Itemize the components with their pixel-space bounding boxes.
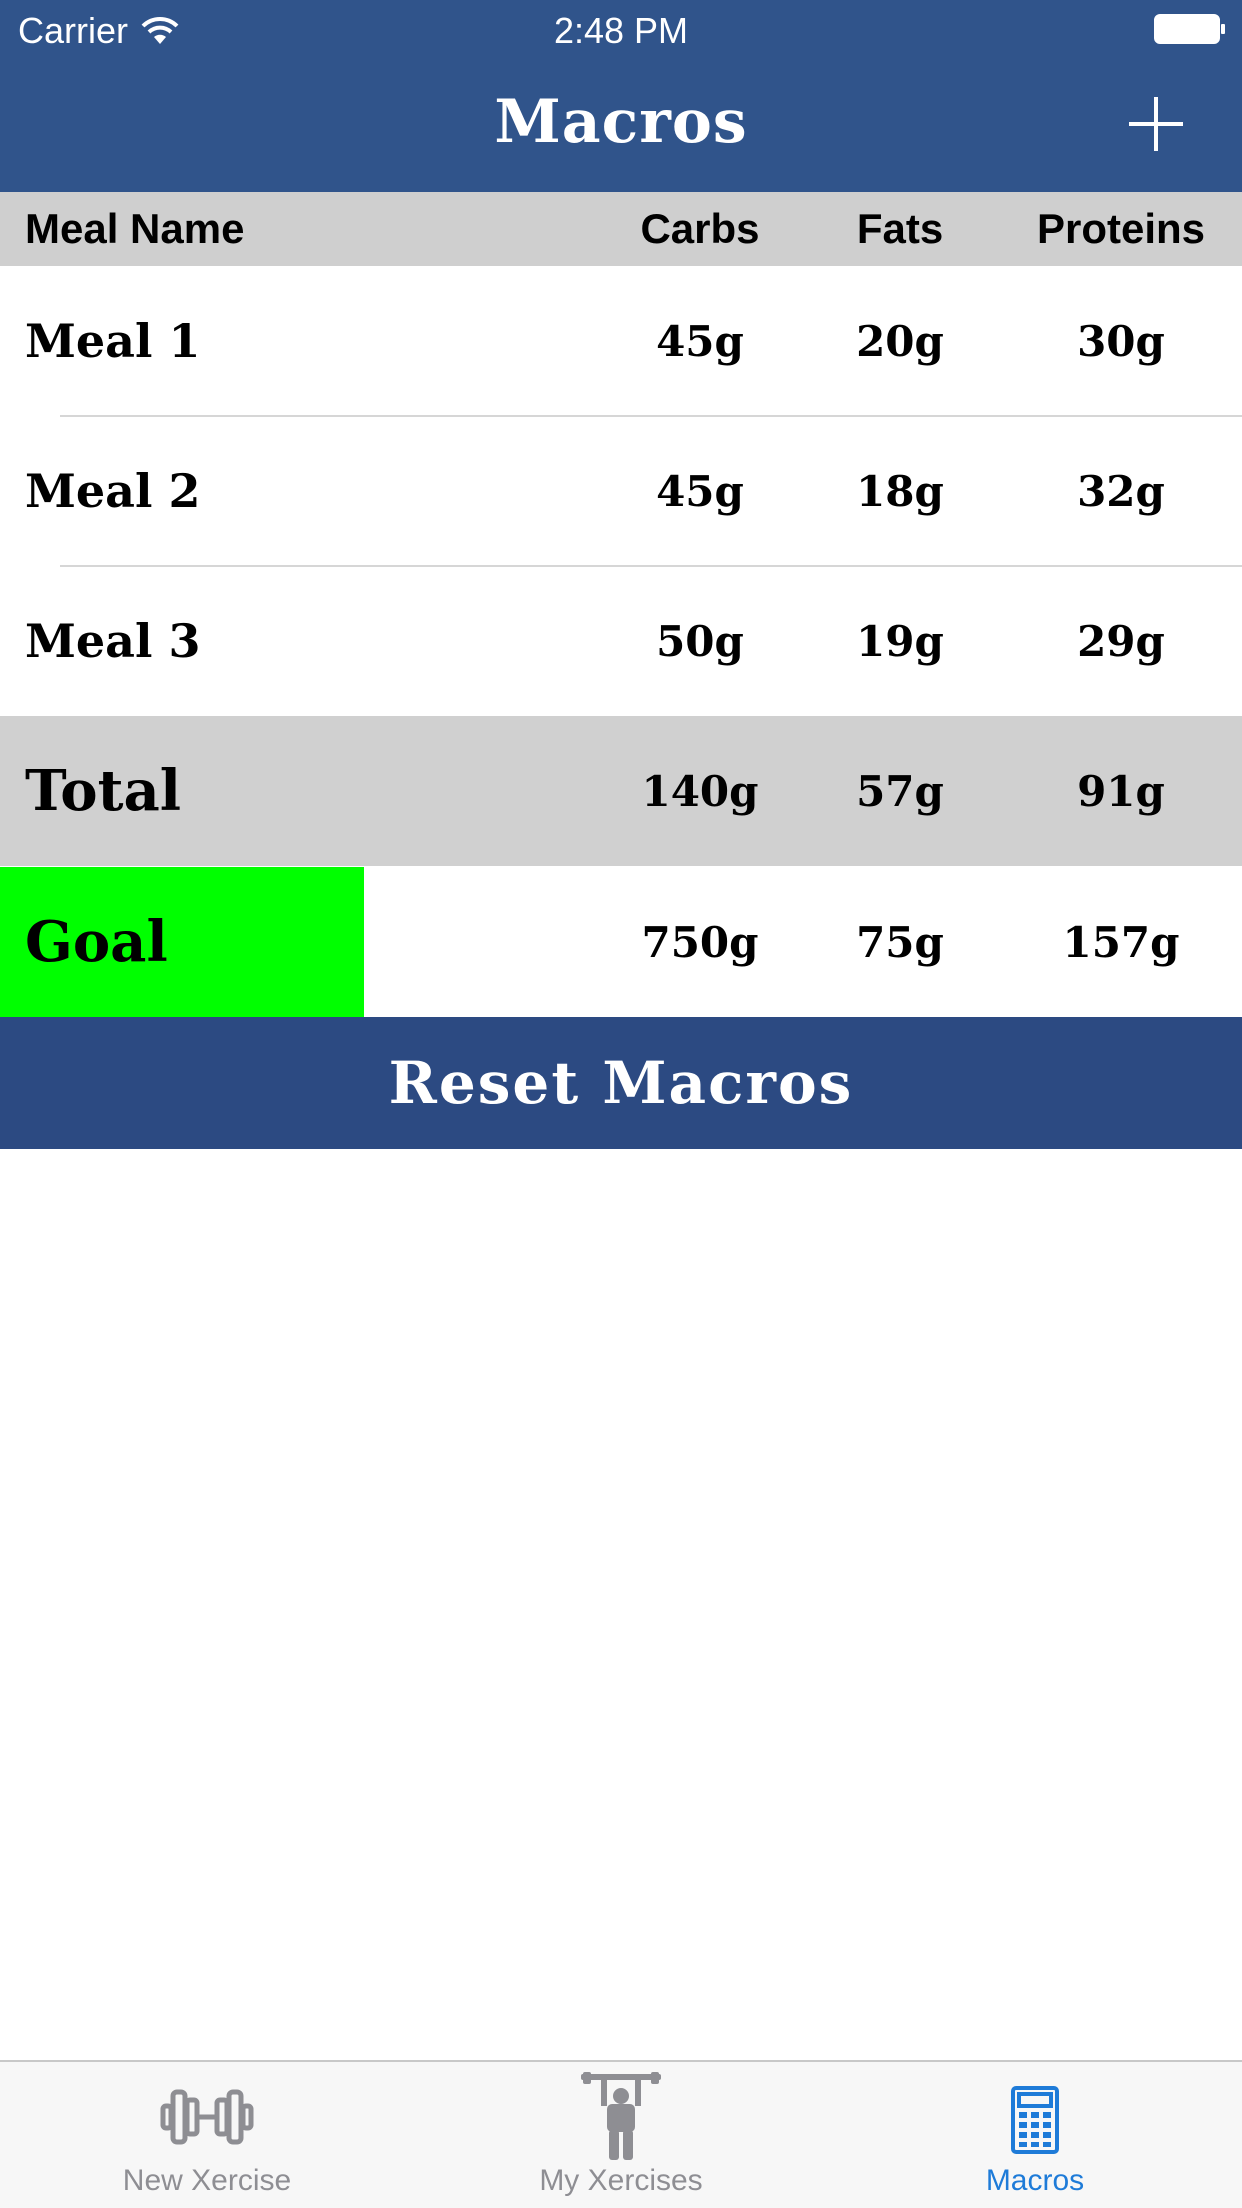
- meal-proteins: 30g: [1077, 316, 1165, 366]
- meal-name: Meal 1: [25, 314, 201, 368]
- tab-my-xercises[interactable]: My Xercises: [414, 2062, 828, 2208]
- header-carbs: Carbs: [640, 205, 760, 252]
- header-proteins: Proteins: [1036, 205, 1206, 252]
- navigation-header: Carrier 2:48 PM Macros: [0, 0, 1242, 192]
- goal-label: Goal: [25, 909, 168, 975]
- total-proteins: 91g: [1077, 766, 1165, 816]
- total-fats: 57g: [856, 766, 944, 816]
- total-carbs: 140g: [641, 766, 759, 816]
- meal-row[interactable]: Meal 1 45g 20g 30g: [0, 266, 1242, 416]
- goal-row[interactable]: Goal 750g 75g 157g: [0, 867, 1242, 1017]
- tab-new-xercise[interactable]: New Xercise: [0, 2062, 414, 2208]
- tab-label: Macros: [985, 2164, 1085, 2197]
- meal-carbs: 45g: [656, 466, 744, 516]
- battery-icon: [1154, 14, 1225, 44]
- meal-fats: 18g: [856, 466, 944, 516]
- total-row: Total 140g 57g 91g: [0, 716, 1242, 866]
- total-label: Total: [25, 758, 182, 824]
- meal-row[interactable]: Meal 3 50g 19g 29g: [0, 566, 1242, 716]
- header-meal-name: Meal Name: [25, 205, 245, 252]
- header-fats: Fats: [856, 205, 944, 252]
- goal-fats: 75g: [856, 917, 944, 967]
- meal-carbs: 45g: [656, 316, 744, 366]
- meal-proteins: 32g: [1077, 466, 1165, 516]
- status-bar: Carrier 2:48 PM: [0, 0, 1242, 60]
- meal-carbs: 50g: [656, 616, 744, 666]
- meal-proteins: 29g: [1077, 616, 1165, 666]
- meal-fats: 19g: [856, 616, 944, 666]
- goal-proteins: 157g: [1062, 917, 1180, 967]
- add-meal-button[interactable]: [1126, 94, 1186, 154]
- tab-bar: New Xercise My Xercises Macros: [0, 2060, 1242, 2208]
- tab-macros[interactable]: Macros: [828, 2062, 1242, 2208]
- meal-name: Meal 2: [25, 464, 201, 518]
- tab-label: New Xercise: [122, 2164, 292, 2197]
- status-time: 2:48 PM: [553, 10, 689, 51]
- dumbbell-icon: [160, 2089, 254, 2145]
- table-header: Meal Name Carbs Fats Proteins: [0, 192, 1242, 266]
- tab-label: My Xercises: [539, 2164, 703, 2197]
- weightlifter-icon: [581, 2072, 661, 2160]
- meal-row[interactable]: Meal 2 45g 18g 32g: [0, 416, 1242, 566]
- calculator-icon: [1011, 2086, 1059, 2154]
- goal-carbs: 750g: [641, 917, 759, 967]
- reset-macros-button[interactable]: Reset Macros: [0, 1017, 1242, 1149]
- meal-fats: 20g: [856, 316, 944, 366]
- meal-name: Meal 3: [25, 614, 201, 668]
- page-title: Macros: [494, 87, 748, 157]
